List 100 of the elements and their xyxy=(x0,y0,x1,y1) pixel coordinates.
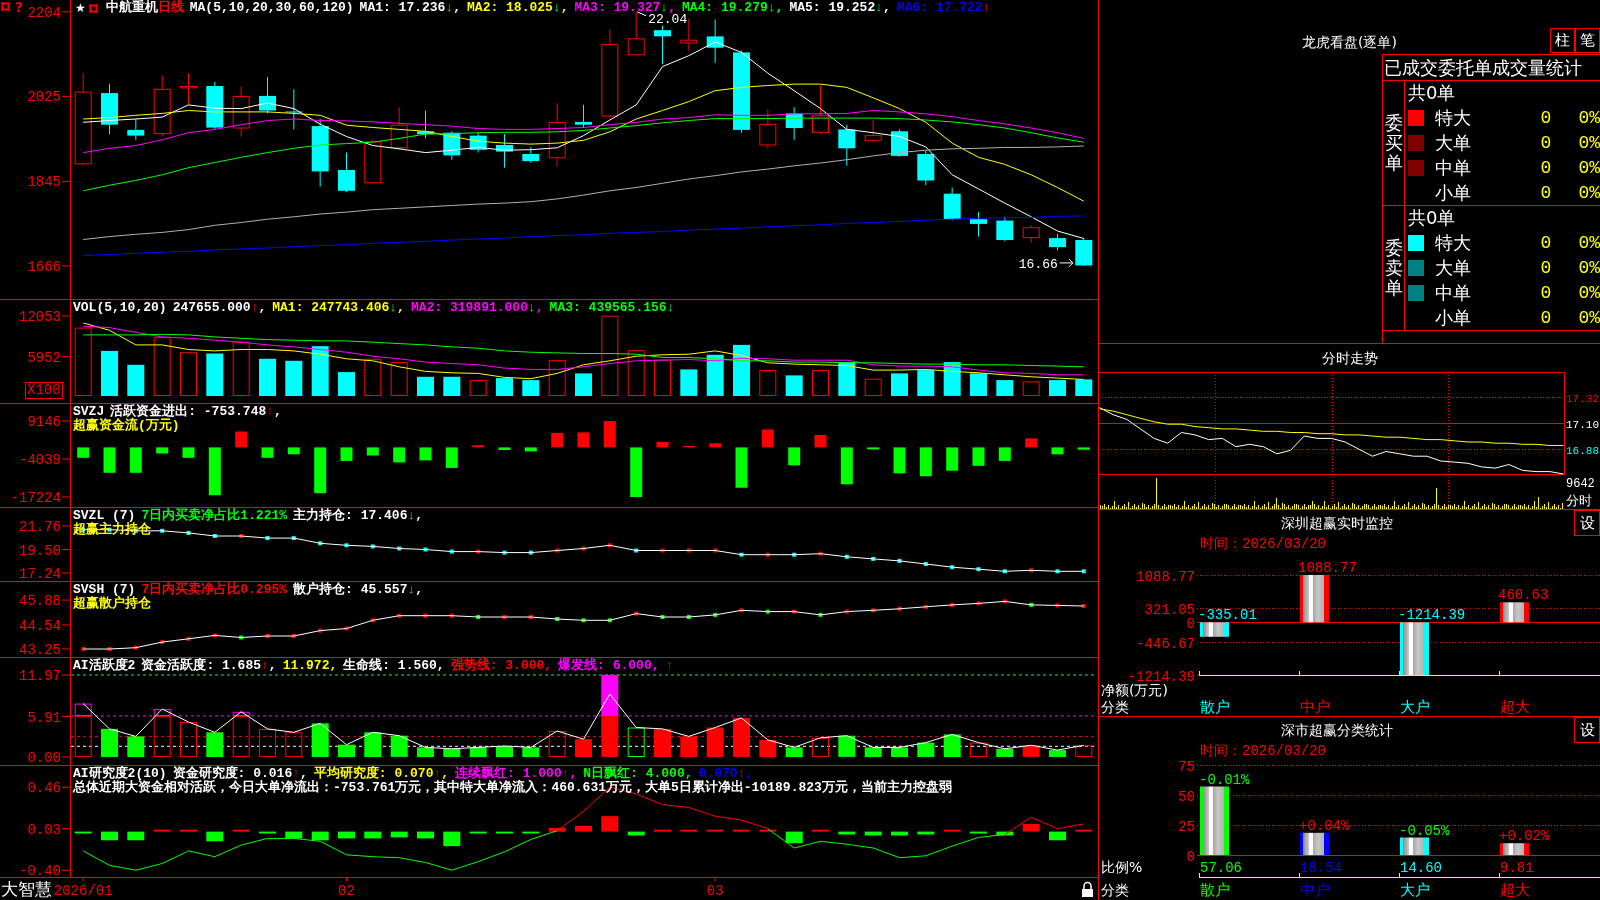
indicator-text: VOL(5,10,20) xyxy=(73,301,167,315)
count-value: 0 xyxy=(1540,133,1552,153)
indicator-text: MA3: 439565.156↓ xyxy=(549,301,675,315)
category-label: 散户 xyxy=(1200,698,1230,716)
value-label: 18.54 xyxy=(1300,860,1342,876)
side-label: 委买单 xyxy=(1384,113,1403,173)
indicator-text: MA1: 17.236↓, xyxy=(359,1,462,15)
y-axis-label: -17224 xyxy=(10,490,61,506)
count-value: 0 xyxy=(1540,258,1552,278)
side-label: 委卖单 xyxy=(1384,238,1403,298)
annotation: 16.66 xyxy=(1018,256,1058,272)
panel-title: 深圳超赢实时监控 xyxy=(1280,515,1393,531)
share-value: 0% xyxy=(1578,258,1600,278)
order-size-label: 小单 xyxy=(1435,180,1472,205)
date-label: 02 xyxy=(338,883,355,899)
y-axis-label: 45.88 xyxy=(19,593,61,610)
share-value: 0% xyxy=(1578,307,1600,328)
y-axis-label: 17.10 xyxy=(1566,418,1599,431)
y-axis-label: 0 xyxy=(1186,848,1195,865)
order-size-label: 特大 xyxy=(1435,231,1472,256)
count-value: 0 xyxy=(1540,233,1552,254)
y-axis-label: 2204 xyxy=(27,4,61,21)
category-label: 大户 xyxy=(1400,698,1430,716)
axis-title: 比例% xyxy=(1101,859,1143,875)
value-label: 57.06 xyxy=(1200,860,1242,876)
indicator-text: 7日内买卖净占比0.295% xyxy=(141,583,288,597)
y-axis-label: 50 xyxy=(1178,788,1195,805)
indicator-text: 11.972, xyxy=(282,659,338,673)
indicator-text: MA1: 247743.406↓, xyxy=(272,301,405,315)
indicator-text: 活跃资金进出: -753.748↑, xyxy=(110,405,282,419)
count-value: 0 xyxy=(1540,157,1552,178)
indicator-text: 7日内买卖净占比1.221% xyxy=(141,509,288,523)
price-callout: 16.66 xyxy=(1018,256,1074,272)
order-size-label: 特大 xyxy=(1435,106,1472,131)
y-axis-label: 19.50 xyxy=(19,542,61,559)
panel-title: 分时走势 xyxy=(1321,350,1378,366)
y-axis-label: 11.97 xyxy=(19,668,61,684)
share-value: 0% xyxy=(1578,157,1600,178)
y-axis-label: 12053 xyxy=(19,309,61,325)
y-axis-label: 16.88 xyxy=(1566,444,1599,457)
category-label: 大户 xyxy=(1400,881,1430,899)
date-label: 2026/01 xyxy=(53,883,113,899)
period-label: 日线 xyxy=(157,1,184,15)
share-value: 0% xyxy=(1578,182,1600,203)
y-axis-label: 17.24 xyxy=(19,566,61,582)
stats-title: 已成交委托单成交量统计 xyxy=(1384,57,1582,78)
unit-label: X100 xyxy=(25,382,63,399)
category-label: 散户 xyxy=(1200,881,1230,899)
y-axis-label: 44.54 xyxy=(19,618,61,634)
y-axis-label: 25 xyxy=(1178,818,1195,835)
indicator-text: AI研究度2(10) xyxy=(73,767,167,781)
y-axis-label: 1088.77 xyxy=(1136,568,1195,585)
order-size-label: 小单 xyxy=(1435,305,1472,330)
y-axis-label: 17.32 xyxy=(1566,392,1599,405)
indicator-text: MA3: 19.327↓, xyxy=(574,1,676,15)
panel-title: 深市超赢分类统计 xyxy=(1280,722,1393,738)
indicator-text: SVSH (7) xyxy=(73,583,136,597)
category-label: 超大 xyxy=(1500,881,1530,899)
timestamp-label: 时间：2026/03/20 xyxy=(1200,743,1326,759)
y-axis-label: -446.67 xyxy=(1136,635,1195,652)
value-label: 460.63 xyxy=(1498,587,1549,604)
order-size-label: 大单 xyxy=(1435,256,1472,280)
share-value: 0% xyxy=(1578,133,1600,153)
trend-arrow: ↑ xyxy=(665,659,674,673)
share-value: 0% xyxy=(1578,108,1600,129)
indicator-text: 0.070↑, xyxy=(698,767,754,781)
count-value: 0 xyxy=(1540,108,1552,129)
indicator-text: 资金活跃度: 1.685↑, xyxy=(141,659,277,673)
count-value: 0 xyxy=(1540,307,1552,328)
star-mark: ★ xyxy=(75,1,86,15)
y-axis-label: 0.46 xyxy=(27,780,61,797)
value-label: 1088.77 xyxy=(1298,560,1357,576)
indicator-text: 平均研究度: 0.070↑, xyxy=(313,767,450,781)
y-axis-label: 43.25 xyxy=(19,642,61,658)
category-label: 超大 xyxy=(1500,698,1530,716)
count-value: 0 xyxy=(1540,182,1552,203)
count-value: 0 xyxy=(1540,282,1552,303)
order-size-label: 中单 xyxy=(1435,280,1472,305)
y-axis-label: 0 xyxy=(1186,615,1195,632)
y-axis-label: -4039 xyxy=(19,452,61,468)
change-label: -0.01% xyxy=(1199,771,1250,788)
change-label: -0.05% xyxy=(1399,822,1450,839)
indicator-text: 爆发线: 6.000, xyxy=(558,659,660,673)
y-axis-label: 321.05 xyxy=(1144,601,1195,618)
indicator-text: 主力持仓: 17.406↓, xyxy=(293,509,424,523)
y-axis-label: 5.91 xyxy=(27,709,61,726)
y-axis-label: 9146 xyxy=(27,414,61,430)
order-total: 共0单 xyxy=(1408,81,1456,106)
volume-label: 9642 xyxy=(1566,477,1595,491)
indicator-text: SVZJ xyxy=(73,405,105,419)
share-value: 0% xyxy=(1578,233,1600,254)
indicator-text: MA6: 17.722↑ xyxy=(896,1,991,15)
value-label: 9.81 xyxy=(1500,860,1534,876)
category-label: 中户 xyxy=(1300,881,1330,899)
y-axis-label: 1845 xyxy=(27,174,61,191)
change-label: +0.02% xyxy=(1499,828,1550,845)
indicator-text: 247655.000↑, xyxy=(172,301,267,315)
indicator-text: MA(5,10,20,30,60,120) xyxy=(189,1,354,15)
date-label: 03 xyxy=(706,883,724,899)
order-size-label: 大单 xyxy=(1435,131,1472,155)
